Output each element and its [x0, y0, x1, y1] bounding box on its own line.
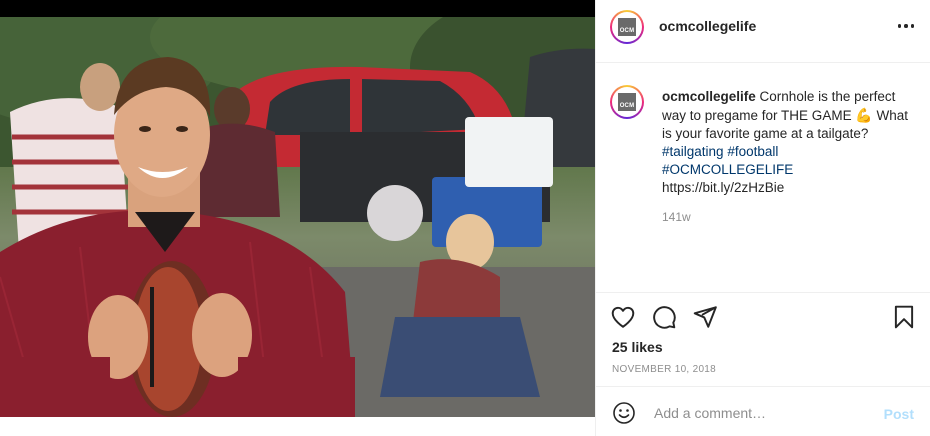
post-caption: ocmcollegelife Cornhole is the perfect w…: [662, 88, 912, 197]
comment-icon[interactable]: [651, 304, 677, 330]
more-icon[interactable]: [896, 16, 916, 36]
post-date[interactable]: NOVEMBER 10, 2018: [612, 364, 716, 375]
top-black-bar: [0, 0, 595, 17]
post-header: OCM ocmcollegelife: [596, 0, 930, 63]
ocm-logo: OCM: [618, 18, 636, 36]
hashtag-ocmcollegelife[interactable]: #OCMCOLLEGELIFE: [662, 162, 793, 177]
action-bar: [596, 300, 930, 336]
smile-icon[interactable]: [612, 401, 636, 425]
caption-area: OCM ocmcollegelife Cornhole is the perfe…: [596, 63, 930, 293]
comment-input[interactable]: [652, 400, 871, 426]
post-image-illustration: [0, 17, 595, 417]
hashtag-tailgating[interactable]: #tailgating: [662, 144, 724, 159]
post-comment-button[interactable]: Post: [884, 406, 914, 422]
header-username[interactable]: ocmcollegelife: [659, 18, 756, 34]
bottom-white-strip: [0, 417, 595, 436]
profile-avatar[interactable]: OCM: [610, 10, 644, 44]
post-side-panel: OCM ocmcollegelife OCM ocmcollegelife Co…: [595, 0, 930, 436]
caption-avatar[interactable]: OCM: [610, 85, 644, 119]
ocm-logo: OCM: [618, 93, 636, 111]
share-icon[interactable]: [692, 304, 718, 330]
caption-link: https://bit.ly/2zHzBie: [662, 180, 785, 195]
post-image[interactable]: [0, 17, 595, 417]
post-time-ago[interactable]: 141w: [662, 210, 691, 224]
avatar-inner: OCM: [612, 12, 642, 42]
heart-icon[interactable]: [610, 304, 636, 330]
avatar-inner: OCM: [612, 87, 642, 117]
comment-bar: Post: [596, 386, 930, 436]
hashtag-football[interactable]: #football: [727, 144, 778, 159]
flexed-biceps-emoji: 💪: [855, 107, 873, 123]
likes-count[interactable]: 25 likes: [612, 339, 663, 355]
caption-username[interactable]: ocmcollegelife: [662, 89, 756, 104]
bookmark-icon[interactable]: [891, 304, 917, 330]
